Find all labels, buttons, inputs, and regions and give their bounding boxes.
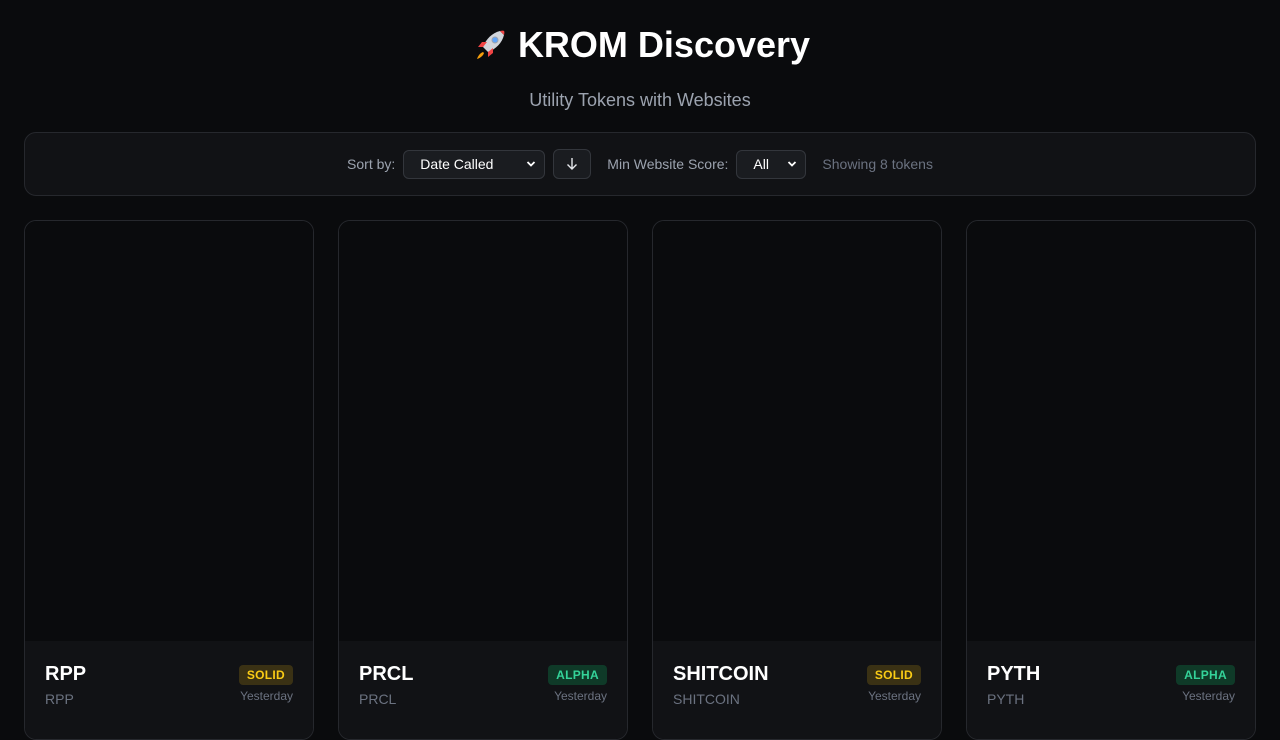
page-header: KROM Discovery Utility Tokens with Websi…: [0, 0, 1280, 132]
filter-bar: Sort by: Date Called Min Website Score: …: [24, 132, 1256, 196]
token-card[interactable]: RPP RPP SOLID Yesterday: [24, 220, 314, 740]
website-preview[interactable]: [653, 221, 941, 641]
website-preview[interactable]: [967, 221, 1255, 641]
min-score-value: All: [753, 156, 769, 172]
tier-badge: SOLID: [866, 665, 921, 685]
chevron-down-icon: [788, 161, 797, 167]
page-title: KROM Discovery: [470, 24, 810, 66]
sort-direction-button[interactable]: [553, 149, 592, 179]
chevron-down-icon: [527, 161, 536, 167]
arrow-down-icon: [567, 158, 578, 170]
tier-badge: SOLID: [238, 665, 293, 685]
token-info: RPP RPP SOLID Yesterday: [25, 641, 313, 739]
call-date: Yesterday: [554, 689, 607, 703]
min-score-label: Min Website Score:: [607, 156, 729, 172]
tier-badge: ALPHA: [548, 665, 607, 685]
tier-badge: ALPHA: [1176, 665, 1235, 685]
title-text: KROM Discovery: [517, 24, 811, 65]
sort-label: Sort by:: [347, 156, 396, 172]
sort-select-value: Date Called: [420, 156, 494, 172]
rocket-icon: [476, 30, 505, 59]
website-preview[interactable]: [339, 221, 627, 641]
token-info: SHITCOIN SHITCOIN SOLID Yesterday: [653, 641, 941, 739]
token-card[interactable]: SHITCOIN SHITCOIN SOLID Yesterday: [652, 220, 942, 740]
token-card[interactable]: PRCL PRCL ALPHA Yesterday: [338, 220, 628, 740]
min-score-select[interactable]: All: [736, 149, 807, 179]
token-count: Showing 8 tokens: [822, 156, 933, 172]
call-date: Yesterday: [1182, 689, 1235, 703]
token-info: PRCL PRCL ALPHA Yesterday: [339, 641, 627, 739]
token-info: PYTH PYTH ALPHA Yesterday: [967, 641, 1255, 739]
call-date: Yesterday: [240, 689, 293, 703]
call-date: Yesterday: [868, 689, 921, 703]
sort-select[interactable]: Date Called: [403, 149, 546, 179]
page-subtitle: Utility Tokens with Websites: [529, 90, 751, 110]
website-preview[interactable]: [25, 221, 313, 641]
token-card[interactable]: PYTH PYTH ALPHA Yesterday: [966, 220, 1256, 740]
